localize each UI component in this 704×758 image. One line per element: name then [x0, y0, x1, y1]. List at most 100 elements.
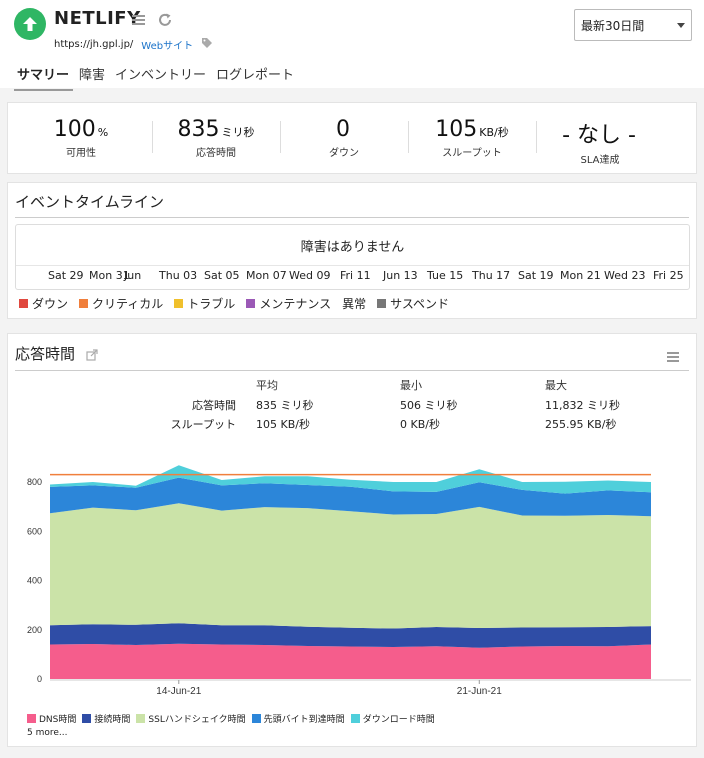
x-tick-label: 21-Jun-21 [457, 686, 502, 697]
timeline-tick-label: Mon 21 [560, 269, 601, 282]
legend-label: SSLハンドシェイク時間 [148, 715, 246, 725]
legend-label: ダウン [32, 297, 69, 311]
timeline-tick-label: Sat 19 [518, 269, 554, 282]
timeline-tick-label: Fri 11 [340, 269, 371, 282]
y-tick-label: 0 [37, 674, 42, 684]
legend-swatch [377, 299, 387, 308]
chevron-down-icon [677, 23, 685, 28]
legend-label: 接続時間 [94, 715, 131, 725]
legend-item[interactable]: ダウンロード時間 [350, 712, 435, 725]
timeline-tick-label: Tue 15 [427, 269, 464, 282]
period-select-value: 最新30日間 [581, 19, 645, 33]
stat-availability: 100% 可用性 [17, 117, 145, 159]
y-tick-label: 400 [27, 576, 42, 586]
stat-label: SLA達成 [580, 155, 620, 166]
monitor-url[interactable]: https://jh.gpl.jp/ [54, 39, 133, 50]
legend-item[interactable]: メンテナンス [246, 295, 331, 312]
legend-label: 異常 [342, 297, 367, 311]
legend-item[interactable]: トラブル [174, 295, 235, 312]
timeline-tick-label: Wed 23 [604, 269, 646, 282]
legend-swatch [19, 299, 28, 308]
timeline-tick-label: Mon 07 [246, 269, 287, 282]
legend-swatch [246, 299, 256, 308]
stat-response-time: 835 ミリ秒 応答時間 [152, 117, 280, 159]
summary-stats: 100% 可用性 835 ミリ秒 応答時間 0 ダウン 105 KB/秒 スループッ… [7, 102, 697, 174]
tab-inventory[interactable]: インベントリー [112, 64, 210, 91]
legend-label: トラブル [187, 297, 236, 311]
legend-item[interactable]: クリティカル [79, 295, 163, 312]
legend-swatch [174, 299, 184, 308]
response-time-card: 応答時間 平均 最小 最大 応答時間 835 ミリ秒 506 ミリ秒 11,83… [7, 333, 697, 747]
timeline-tick-label: Jun [124, 269, 142, 282]
stat-unit: ミリ秒 [221, 126, 255, 139]
tab-bar: サマリー 障害 インベントリー ログレポート [14, 64, 301, 91]
stat-value: 105 [435, 117, 478, 142]
legend-label: 先頭バイト到達時間 [263, 715, 345, 725]
period-select[interactable]: 最新30日間 [574, 9, 692, 41]
stat-value: 835 [177, 117, 220, 142]
legend-swatch [82, 714, 92, 723]
stat-unit: % [97, 126, 109, 139]
legend-item[interactable]: ダウン [19, 295, 68, 312]
legend-label: メンテナンス [259, 297, 332, 311]
legend-item[interactable]: 異常 [342, 295, 366, 312]
legend-label: サスペンド [390, 297, 450, 311]
legend-item[interactable]: 先頭バイト到達時間 [251, 712, 345, 725]
refresh-icon[interactable] [156, 11, 174, 29]
divider [16, 265, 689, 266]
stat-value: 100 [53, 117, 96, 142]
monitor-url-line: https://jh.gpl.jp/ Webサイト [54, 37, 213, 52]
timeline-tick-label: Fri 25 [653, 269, 684, 282]
stat-label: 可用性 [66, 148, 96, 159]
legend-item[interactable]: SSLハンドシェイク時間 [136, 712, 246, 725]
legend-swatch [350, 714, 360, 723]
y-tick-label: 800 [27, 477, 42, 487]
legend-item[interactable]: サスペンド [377, 295, 449, 312]
tag-icon[interactable] [201, 37, 213, 52]
stat-sla: - なし - SLA達成 [536, 117, 664, 166]
timeline-legend: ダウン クリティカル トラブル メンテナンス 異常 サスペンド [19, 295, 449, 312]
tab-summary[interactable]: サマリー [14, 64, 74, 91]
legend-item[interactable]: 接続時間 [82, 712, 130, 725]
divider [15, 217, 689, 218]
stat-unit: KB/秒 [479, 126, 509, 139]
timeline-tick-label: Sat 29 [48, 269, 84, 282]
stat-down: 0 ダウン [280, 117, 408, 159]
stat-value: - なし - [562, 123, 636, 148]
legend-label: ダウンロード時間 [362, 715, 435, 725]
tab-log-report[interactable]: ログレポート [213, 64, 298, 91]
legend-label: クリティカル [92, 297, 164, 311]
series-area[interactable] [50, 503, 651, 629]
timeline-tick-label: Sat 05 [204, 269, 240, 282]
timeline-box: 障害はありません Sat 29 Mon 31 Jun Thu 03 Sat 05 Mon … [15, 224, 690, 290]
timeline-tick-label: Thu 17 [472, 269, 511, 282]
y-tick-label: 600 [27, 526, 42, 536]
stat-label: スループット [442, 148, 502, 159]
legend-swatch [251, 714, 261, 723]
legend-item[interactable]: DNS時間 [27, 712, 76, 725]
monitor-name: NETLIFY [54, 8, 141, 29]
legend-swatch [136, 714, 146, 723]
response-time-chart: 0 200 400 600 800 14-Jun-21 21-Jun-21 [27, 465, 691, 697]
legend-label: DNS時間 [39, 715, 77, 725]
status-up-icon [14, 8, 46, 40]
stat-value: 0 [336, 117, 350, 142]
stat-label: 応答時間 [196, 148, 236, 159]
more-series-link[interactable]: 5 more... [27, 728, 67, 738]
timeline-tick-label: Jun 13 [383, 269, 418, 282]
tab-outages[interactable]: 障害 [76, 64, 109, 91]
event-timeline-card: イベントタイムライン 障害はありません Sat 29 Mon 31 Jun Thu 0… [7, 182, 697, 319]
chart-legend: DNS時間 接続時間 SSLハンドシェイク時間 先頭バイト到達時間 ダウンロード時間 [27, 712, 435, 725]
no-outages-message: 障害はありません [300, 240, 405, 255]
series-area[interactable] [50, 643, 651, 679]
stat-throughput: 105 KB/秒 スループット [408, 117, 536, 159]
monitor-type-link[interactable]: Webサイト [141, 37, 193, 52]
x-tick-label: 14-Jun-21 [156, 686, 201, 697]
menu-icon[interactable] [130, 11, 148, 29]
stat-label: ダウン [329, 148, 359, 159]
card-title: イベントタイムライン [15, 193, 164, 211]
monitor-header: NETLIFY https://jh.gpl.jp/ Webサイト 最新30日間… [0, 0, 704, 91]
legend-swatch [27, 714, 36, 723]
y-tick-label: 200 [27, 625, 42, 635]
legend-swatch [79, 299, 89, 308]
